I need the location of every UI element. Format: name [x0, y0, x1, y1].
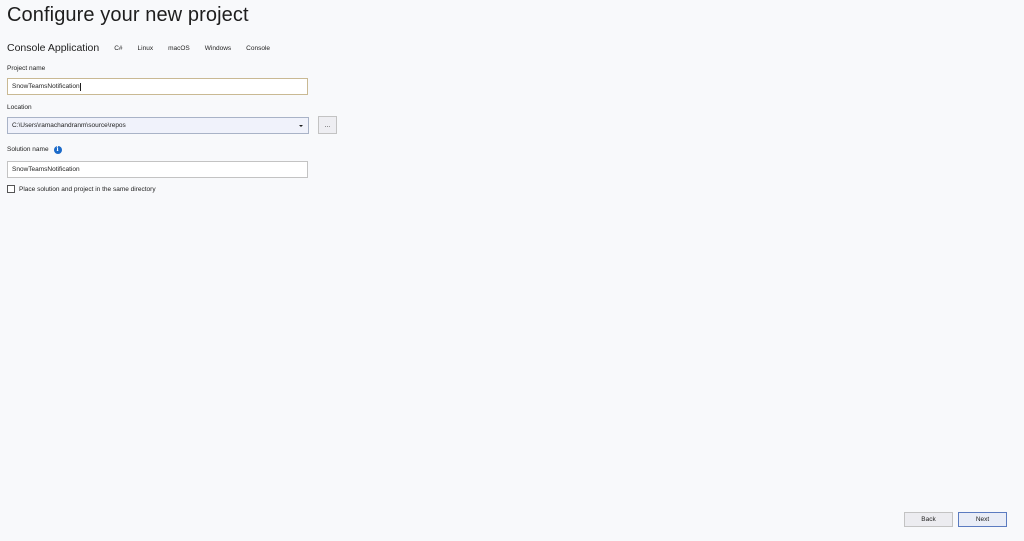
browse-button[interactable]: ... — [318, 116, 337, 134]
same-directory-checkbox[interactable] — [7, 185, 15, 193]
solution-name-value: SnowTeamsNotification — [12, 166, 80, 173]
project-name-input[interactable]: SnowTeamsNotification — [7, 78, 308, 95]
location-dropdown[interactable]: C:\Users\ramachandranm\source\repos — [7, 117, 309, 134]
back-button[interactable]: Back — [904, 512, 953, 527]
location-value: C:\Users\ramachandranm\source\repos — [12, 122, 126, 129]
project-name-label-text: Project name — [7, 65, 46, 72]
project-name-value: SnowTeamsNotification — [12, 83, 80, 90]
template-summary: Console Application C# Linux macOS Windo… — [7, 41, 278, 55]
project-name-label: Project name — [7, 65, 45, 72]
location-label-text: Location — [7, 104, 32, 111]
template-tag-language: C# — [114, 44, 123, 52]
template-tag-macos: macOS — [168, 44, 190, 52]
page-title: Configure your new project — [7, 4, 249, 26]
solution-name-label-text: Solution name — [7, 146, 49, 153]
chevron-down-icon[interactable] — [299, 124, 303, 127]
template-tag-console: Console — [246, 44, 270, 52]
solution-name-input[interactable]: SnowTeamsNotification — [7, 161, 308, 178]
template-tag-linux: Linux — [137, 44, 154, 52]
template-name: Console Application — [7, 42, 100, 54]
template-tag-windows: Windows — [204, 44, 232, 52]
location-label: Location — [7, 104, 32, 111]
same-directory-option[interactable]: Place solution and project in the same d… — [7, 185, 156, 193]
solution-name-label: Solution name i — [7, 145, 62, 154]
text-caret — [79, 82, 81, 91]
info-icon[interactable]: i — [53, 145, 62, 154]
next-button[interactable]: Next — [958, 512, 1007, 527]
same-directory-label[interactable]: Place solution and project in the same d… — [19, 186, 156, 193]
